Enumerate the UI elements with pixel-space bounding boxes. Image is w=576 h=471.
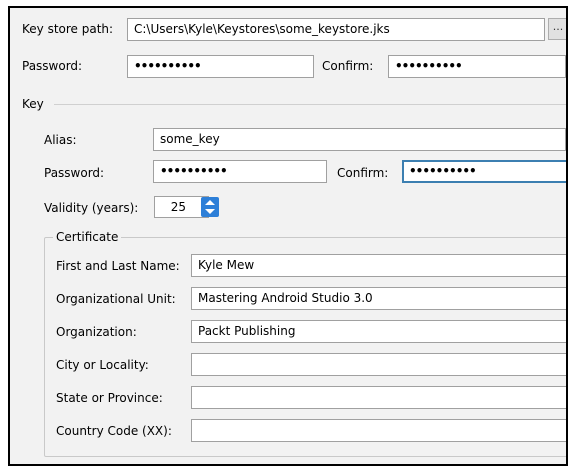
organization-label: Organization: — [56, 325, 137, 339]
key-password-label: Password: — [44, 166, 105, 180]
key-store-dialog: Key store path: C:\Users\Kyle\Keystores\… — [8, 6, 568, 466]
state-province-field[interactable] — [191, 386, 566, 409]
key-confirm-label: Confirm: — [337, 166, 389, 180]
country-code-label: Country Code (XX): — [56, 424, 172, 438]
key-confirm-field[interactable]: •••••••••• — [402, 160, 566, 183]
key-password-field[interactable]: •••••••••• — [153, 160, 327, 183]
validity-label: Validity (years): — [44, 201, 139, 215]
country-code-field[interactable] — [191, 419, 566, 442]
alias-field[interactable]: some_key — [153, 128, 566, 151]
keystore-password-label: Password: — [22, 59, 83, 73]
organizational-unit-label: Organizational Unit: — [56, 292, 176, 306]
spin-down-icon[interactable] — [205, 209, 215, 214]
alias-label: Alias: — [44, 133, 77, 147]
keystore-confirm-label: Confirm: — [322, 59, 374, 73]
state-province-label: State or Province: — [56, 391, 163, 405]
keystore-path-field[interactable]: C:\Users\Kyle\Keystores\some_keystore.jk… — [127, 18, 545, 41]
city-locality-field[interactable] — [191, 353, 566, 376]
certificate-group-label: Certificate — [53, 229, 122, 245]
city-locality-label: City or Locality: — [56, 358, 149, 372]
key-section-divider — [54, 104, 566, 105]
validity-spinner-buttons[interactable] — [201, 197, 219, 217]
organization-field[interactable]: Packt Publishing — [191, 320, 566, 343]
first-last-name-label: First and Last Name: — [56, 259, 180, 273]
keystore-password-field[interactable]: •••••••••• — [127, 55, 314, 78]
key-section-label: Key — [22, 97, 44, 111]
first-last-name-field[interactable]: Kyle Mew — [191, 254, 566, 277]
keystore-confirm-field[interactable]: •••••••••• — [388, 55, 566, 78]
browse-button[interactable]: ... — [548, 18, 566, 40]
organizational-unit-field[interactable]: Mastering Android Studio 3.0 — [191, 287, 566, 310]
spin-up-icon[interactable] — [205, 200, 215, 205]
keystore-path-label: Key store path: — [22, 22, 114, 36]
